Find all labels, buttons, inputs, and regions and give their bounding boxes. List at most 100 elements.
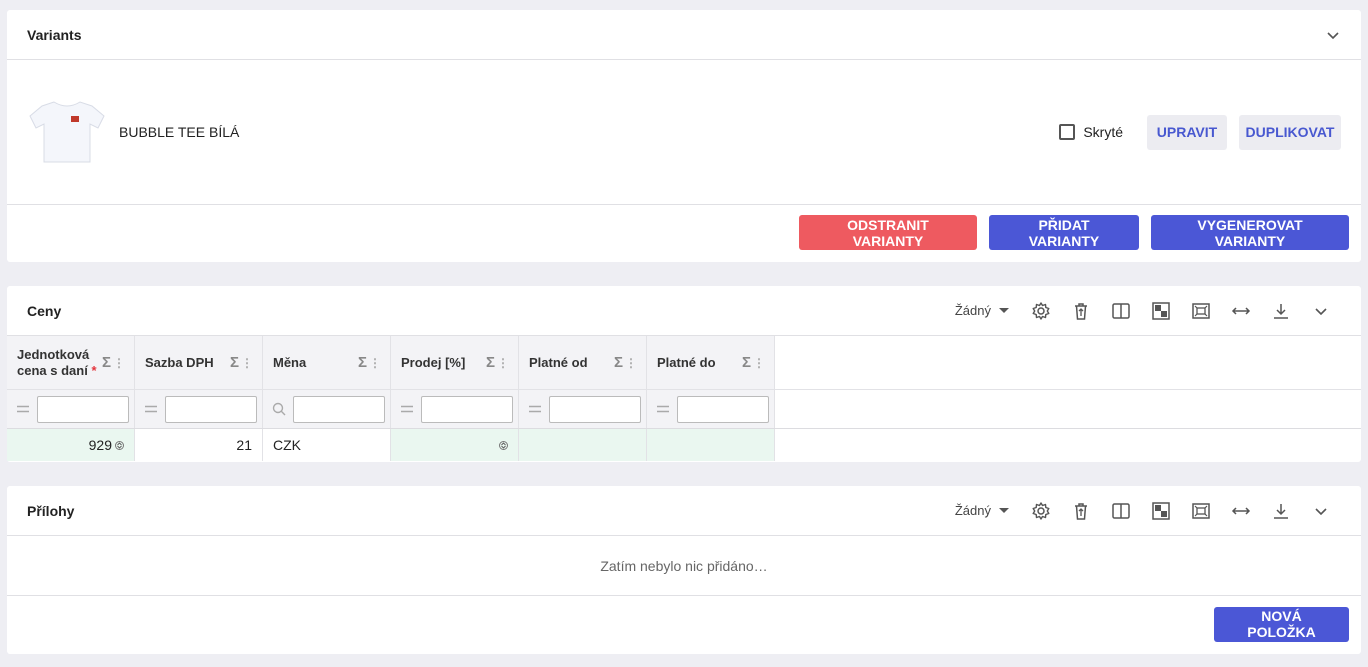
download-icon[interactable] xyxy=(1261,293,1301,329)
grid-filter-row xyxy=(7,389,1361,429)
filter-valid-from xyxy=(519,390,647,428)
column-menu-icon[interactable]: ⋮ xyxy=(369,355,381,371)
column-menu-icon[interactable]: ⋮ xyxy=(113,355,125,371)
hidden-checkbox[interactable]: Skryté xyxy=(1059,124,1123,140)
variants-header: Variants xyxy=(7,10,1361,60)
hidden-label: Skryté xyxy=(1083,124,1123,140)
filter-valid-to xyxy=(647,390,775,428)
grouping-value: Žádný xyxy=(954,303,991,318)
column-menu-icon[interactable]: ⋮ xyxy=(241,355,253,371)
attachments-title: Přílohy xyxy=(27,502,75,519)
filter-equals-icon[interactable] xyxy=(527,405,543,413)
fit-icon[interactable] xyxy=(1181,293,1221,329)
col-currency[interactable]: Měna Σ ⋮ xyxy=(263,336,391,389)
filter-input[interactable] xyxy=(164,395,257,423)
cell-currency-value: CZK xyxy=(273,437,301,453)
fit-icon[interactable] xyxy=(1181,493,1221,529)
filter-equals-icon[interactable] xyxy=(399,405,415,413)
cell-unit-price[interactable]: 929 xyxy=(7,429,135,461)
filter-input[interactable] xyxy=(292,395,385,423)
col-vat-label: Sazba DPH xyxy=(145,354,214,370)
cell-currency[interactable]: CZK xyxy=(263,429,391,461)
variants-card: Variants BUBBLE TEE BÍLÁ Skryté UPRAVIT … xyxy=(7,10,1361,262)
sum-icon[interactable]: Σ xyxy=(358,354,367,371)
attachments-actions: NOVÁ POLOŽKA xyxy=(7,596,1361,652)
stepper-icon[interactable] xyxy=(499,440,508,450)
filter-equals-icon[interactable] xyxy=(143,405,159,413)
filter-vat xyxy=(135,390,263,428)
columns-icon[interactable] xyxy=(1101,493,1141,529)
trash-icon[interactable] xyxy=(1061,493,1101,529)
col-sale-label: Prodej [%] xyxy=(401,354,466,370)
filter-equals-icon[interactable] xyxy=(15,405,31,413)
chevron-down-icon[interactable] xyxy=(1301,493,1341,529)
required-mark: * xyxy=(91,362,97,378)
column-menu-icon[interactable]: ⋮ xyxy=(625,355,637,371)
table-row: 929 21 CZK xyxy=(7,429,1361,461)
col-unit-price[interactable]: Jednotková cena s daní * Σ ⋮ xyxy=(7,336,135,389)
expand-width-icon[interactable] xyxy=(1221,293,1261,329)
generate-variants-button[interactable]: VYGENEROVAT VARIANTY xyxy=(1151,215,1349,250)
grouping-select[interactable]: Žádný xyxy=(955,303,1009,318)
gear-icon[interactable] xyxy=(1021,493,1061,529)
prices-header: Ceny Žádný xyxy=(7,286,1361,336)
search-icon[interactable] xyxy=(271,402,287,416)
col-unit-price-label-1: Jednotková xyxy=(17,346,90,362)
chevron-down-icon[interactable] xyxy=(1301,293,1341,329)
variant-name: BUBBLE TEE BÍLÁ xyxy=(119,124,240,140)
sum-icon[interactable]: Σ xyxy=(614,354,623,371)
new-item-button[interactable]: NOVÁ POLOŽKA xyxy=(1214,606,1349,642)
col-valid-to-label: Platné do xyxy=(657,354,716,370)
add-variants-button[interactable]: PŘIDAT VARIANTY xyxy=(989,215,1139,250)
cell-vat[interactable]: 21 xyxy=(135,429,263,461)
prices-toolbar: Žádný xyxy=(955,293,1341,329)
grouping-select[interactable]: Žádný xyxy=(955,503,1009,518)
column-menu-icon[interactable]: ⋮ xyxy=(753,355,765,371)
variant-item: BUBBLE TEE BÍLÁ Skryté UPRAVIT DUPLIKOVA… xyxy=(7,60,1361,205)
cell-valid-from[interactable] xyxy=(519,429,647,461)
prices-grid: Jednotková cena s daní * Σ ⋮ Sazba DPH Σ ⋮ Mě… xyxy=(7,336,1361,461)
col-unit-price-label-2: cena s daní xyxy=(17,362,88,378)
edit-button[interactable]: UPRAVIT xyxy=(1147,114,1227,150)
columns-icon[interactable] xyxy=(1101,293,1141,329)
sum-icon[interactable]: Σ xyxy=(102,354,111,371)
prices-title: Ceny xyxy=(27,302,62,319)
chevron-down-icon[interactable] xyxy=(1325,27,1341,43)
filter-input[interactable] xyxy=(36,395,129,423)
col-valid-from[interactable]: Platné od Σ ⋮ xyxy=(519,336,647,389)
expand-width-icon[interactable] xyxy=(1221,493,1261,529)
filter-input[interactable] xyxy=(676,395,769,423)
attachments-card: Přílohy Žádný Zatím nebylo nic přidáno… … xyxy=(7,486,1361,654)
download-icon[interactable] xyxy=(1261,493,1301,529)
variants-title: Variants xyxy=(27,26,82,43)
stepper-icon[interactable] xyxy=(115,440,124,450)
sum-icon[interactable]: Σ xyxy=(230,354,239,371)
grouping-value: Žádný xyxy=(954,503,991,518)
col-valid-to[interactable]: Platné do Σ ⋮ xyxy=(647,336,775,389)
checker-icon[interactable] xyxy=(1141,493,1181,529)
checker-icon[interactable] xyxy=(1141,293,1181,329)
remove-variants-button[interactable]: ODSTRANIT VARIANTY xyxy=(799,215,977,250)
gear-icon[interactable] xyxy=(1021,293,1061,329)
col-sale[interactable]: Prodej [%] Σ ⋮ xyxy=(391,336,519,389)
trash-icon[interactable] xyxy=(1061,293,1101,329)
sum-icon[interactable]: Σ xyxy=(742,354,751,371)
caret-down-icon xyxy=(999,308,1009,313)
cell-sale[interactable] xyxy=(391,429,519,461)
data-row-filler xyxy=(775,429,1361,461)
col-currency-label: Měna xyxy=(273,354,307,370)
checkbox-box[interactable] xyxy=(1059,124,1076,140)
filter-input[interactable] xyxy=(420,395,513,423)
column-menu-icon[interactable]: ⋮ xyxy=(497,355,509,371)
filter-equals-icon[interactable] xyxy=(655,405,671,413)
col-vat[interactable]: Sazba DPH Σ ⋮ xyxy=(135,336,263,389)
duplicate-button[interactable]: DUPLIKOVAT xyxy=(1239,114,1341,150)
filter-input[interactable] xyxy=(548,395,641,423)
grid-header-filler xyxy=(775,336,1361,389)
empty-message: Zatím nebylo nic přidáno… xyxy=(7,536,1361,596)
filter-row-filler xyxy=(775,390,1361,428)
filter-sale xyxy=(391,390,519,428)
sum-icon[interactable]: Σ xyxy=(486,354,495,371)
filter-unit-price xyxy=(7,390,135,428)
cell-valid-to[interactable] xyxy=(647,429,775,461)
